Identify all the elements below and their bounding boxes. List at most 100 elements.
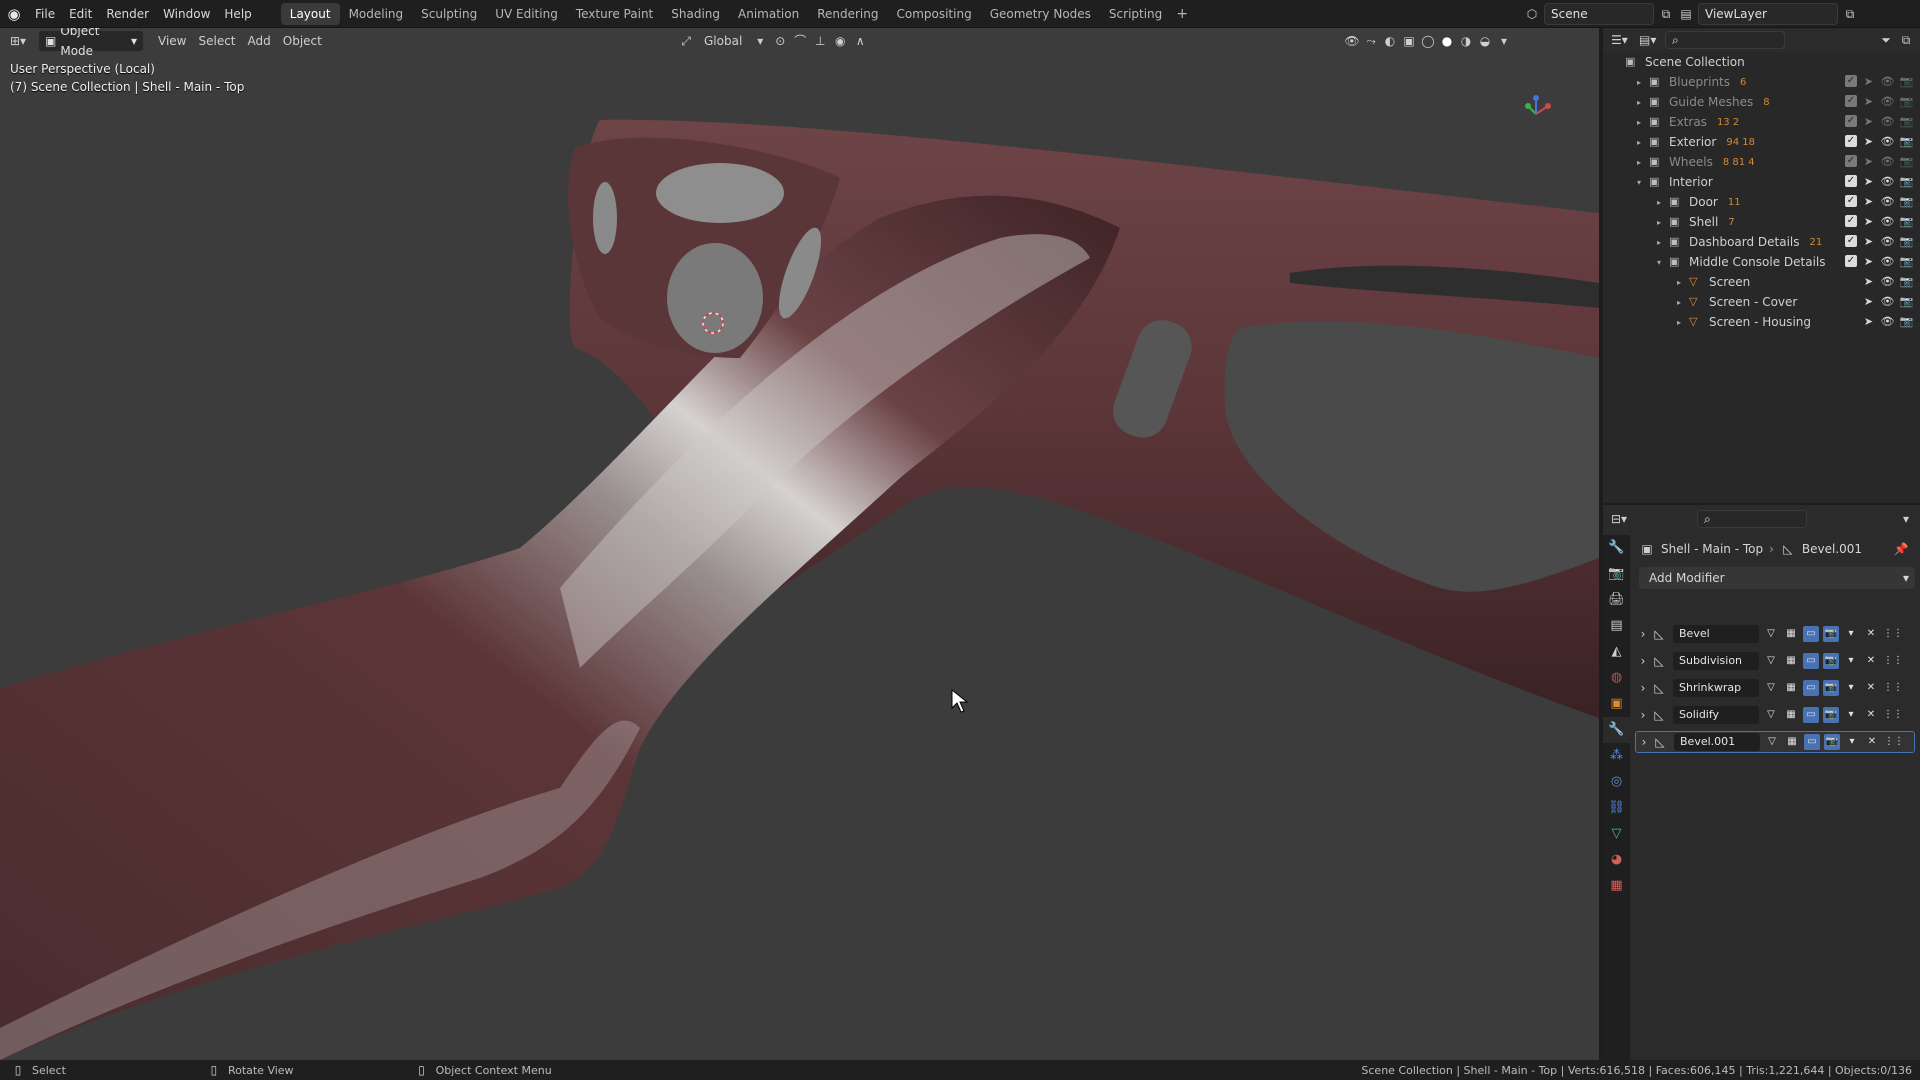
outliner-item[interactable]: ▾ ▣ Interior ✓ ➤ 👁 📷 [1603,172,1920,192]
viewport-menu-add[interactable]: Add [242,30,277,52]
camera-icon[interactable]: 📷 [1899,154,1914,169]
scene-icon[interactable]: ⬡ [1524,6,1540,22]
camera-icon[interactable]: 📷 [1899,94,1914,109]
exclude-checkbox[interactable]: ✓ [1845,135,1857,147]
select-toggle-icon[interactable]: ➤ [1861,154,1876,169]
outliner-item[interactable]: ▸ ▽ Screen - Housing ➤ 👁 📷 [1603,312,1920,332]
view-layer-tab-icon[interactable]: ▤ [1603,613,1630,639]
falloff-icon[interactable]: ∧ [852,33,868,49]
render-icon[interactable]: 📷 [1823,680,1839,696]
editmode-icon[interactable]: ▦ [1783,626,1799,642]
menu-window[interactable]: Window [156,3,217,25]
drag-handle-icon[interactable]: ⋮⋮ [1883,653,1903,669]
outliner-item[interactable]: ▸ ▣ Extras 13 2 ✓ ➤ 👁 📷 [1603,112,1920,132]
exclude-checkbox[interactable]: ✓ [1845,215,1857,227]
expand-right-icon[interactable]: ▸ [1633,138,1645,147]
menu-edit[interactable]: Edit [62,3,99,25]
texture-tab-icon[interactable]: ▦ [1603,873,1630,899]
wireframe-shading-icon[interactable]: ◯ [1420,33,1436,49]
outliner-root[interactable]: ▣ Scene Collection [1603,52,1920,72]
outliner-editor-icon[interactable]: ☰▾ [1611,32,1628,48]
filter-icon[interactable]: ⏷ [1878,32,1894,48]
close-icon[interactable]: ✕ [1863,626,1879,642]
tab-compositing[interactable]: Compositing [887,3,980,25]
exclude-checkbox[interactable]: ✓ [1845,95,1857,107]
realtime-icon[interactable]: ▭ [1803,653,1819,669]
realtime-icon[interactable]: ▭ [1803,680,1819,696]
editmode-icon[interactable]: ▦ [1783,653,1799,669]
eye-icon[interactable]: 👁 [1880,154,1895,169]
camera-icon[interactable]: 📷 [1899,114,1914,129]
expand-right-icon[interactable]: ▸ [1673,298,1685,307]
camera-icon[interactable]: 📷 [1899,134,1914,149]
eye-icon[interactable]: 👁 [1880,314,1895,329]
on-cage-icon[interactable]: ▽ [1763,626,1779,642]
drag-handle-icon[interactable]: ⋮⋮ [1883,707,1903,723]
tab-modeling[interactable]: Modeling [340,3,413,25]
camera-icon[interactable]: 📷 [1899,214,1914,229]
tool-tab-icon[interactable]: 🔧 [1603,535,1630,561]
chevron-down-icon[interactable]: ▾ [1843,653,1859,669]
select-toggle-icon[interactable]: ➤ [1861,294,1876,309]
drag-handle-icon[interactable]: ⋮⋮ [1883,680,1903,696]
camera-icon[interactable]: 📷 [1899,274,1914,289]
editmode-icon[interactable]: ▦ [1783,707,1799,723]
chevron-down-icon[interactable]: ▾ [1898,511,1914,527]
select-toggle-icon[interactable]: ➤ [1861,214,1876,229]
expand-right-icon[interactable]: ▸ [1653,238,1665,247]
close-icon[interactable]: ✕ [1863,707,1879,723]
expand-down-icon[interactable]: ▾ [1633,178,1645,187]
tab-layout[interactable]: Layout [280,2,340,25]
camera-icon[interactable]: 📷 [1899,294,1914,309]
render-icon[interactable]: 📷 [1824,734,1840,750]
close-icon[interactable]: ✕ [1863,653,1879,669]
solid-shading-icon[interactable]: ● [1439,33,1455,49]
camera-icon[interactable]: 📷 [1899,74,1914,89]
eye-icon[interactable]: 👁 [1880,294,1895,309]
expand-right-icon[interactable]: ▸ [1633,98,1645,107]
exclude-checkbox[interactable]: ✓ [1845,235,1857,247]
on-cage-icon[interactable]: ▽ [1763,680,1779,696]
eye-icon[interactable]: 👁 [1880,174,1895,189]
select-toggle-icon[interactable]: ➤ [1861,74,1876,89]
constraints-tab-icon[interactable]: ⛓ [1603,795,1630,821]
outliner-item[interactable]: ▸ ▽ Screen ➤ 👁 📷 [1603,272,1920,292]
overlay-icon[interactable]: ◐ [1382,33,1398,49]
3d-viewport[interactable]: ⊞▾ ▣ Object Mode ▾ View Select Add Object ⤢… [0,28,1599,1060]
modifier-name-field[interactable]: Shrinkwrap [1673,679,1759,697]
modifier-name-field[interactable]: Subdivision [1673,652,1759,670]
exclude-checkbox[interactable]: ✓ [1845,115,1857,127]
properties-editor-icon[interactable]: ⊟▾ [1611,511,1627,527]
close-icon[interactable]: ✕ [1864,734,1880,750]
outliner-item[interactable]: ▸ ▣ Blueprints 6 ✓ ➤ 👁 📷 [1603,72,1920,92]
transform-orientation-selector[interactable]: Global [698,30,748,52]
realtime-icon[interactable]: ▭ [1804,734,1820,750]
expand-right-icon[interactable]: ▸ [1673,278,1685,287]
camera-icon[interactable]: 📷 [1899,234,1914,249]
exclude-checkbox[interactable]: ✓ [1845,255,1857,267]
select-toggle-icon[interactable]: ➤ [1861,114,1876,129]
snap-icon[interactable]: ⌒ [792,33,808,49]
expand-right-icon[interactable]: › [1636,735,1652,749]
eye-icon[interactable]: 👁 [1880,134,1895,149]
outliner-item[interactable]: ▸ ▽ Screen - Cover ➤ 👁 📷 [1603,292,1920,312]
pivot-point-icon[interactable]: ⊙ [772,33,788,49]
select-toggle-icon[interactable]: ➤ [1861,194,1876,209]
new-collection-icon[interactable]: ⧉ [1898,32,1914,48]
chevron-down-icon[interactable]: ▾ [1843,707,1859,723]
outliner-search-input[interactable]: ⌕ [1665,31,1785,49]
modifier-name-field[interactable]: Bevel.001 [1674,733,1760,751]
eye-icon[interactable]: 👁 [1880,114,1895,129]
tab-uv-editing[interactable]: UV Editing [486,3,567,25]
render-tab-icon[interactable]: 📷 [1603,561,1630,587]
on-cage-icon[interactable]: ▽ [1763,707,1779,723]
close-icon[interactable]: ✕ [1863,680,1879,696]
camera-icon[interactable]: 📷 [1899,194,1914,209]
modifier-name-field[interactable]: Solidify [1673,706,1759,724]
world-tab-icon[interactable]: ◍ [1603,665,1630,691]
tab-rendering[interactable]: Rendering [808,3,887,25]
outliner-item[interactable]: ▸ ▣ Dashboard Details 21 ✓ ➤ 👁 📷 [1603,232,1920,252]
render-icon[interactable]: 📷 [1823,626,1839,642]
chevron-down-icon[interactable]: ▾ [1844,734,1860,750]
expand-right-icon[interactable]: ▸ [1673,318,1685,327]
